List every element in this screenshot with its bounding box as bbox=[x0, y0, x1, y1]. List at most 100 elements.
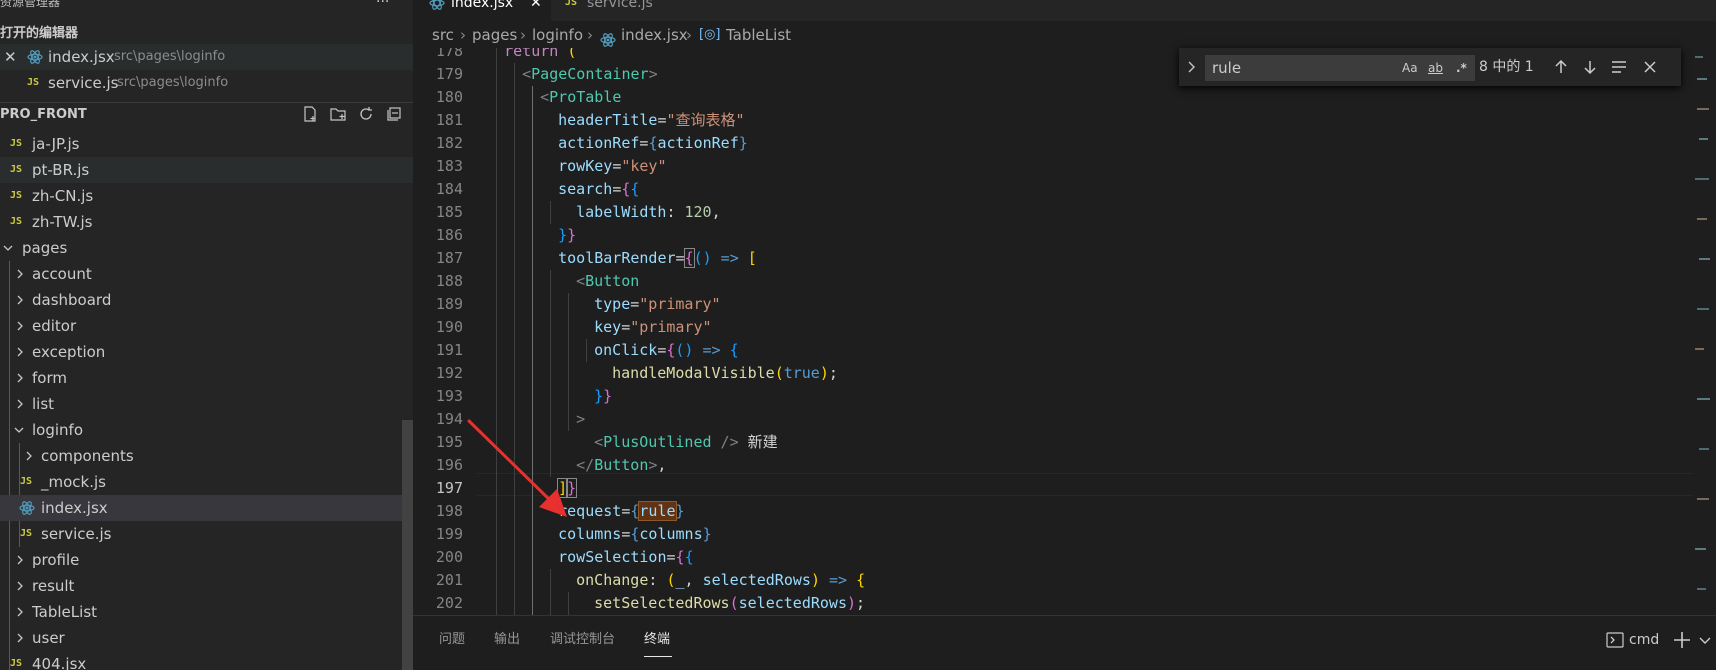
line-number: 192 bbox=[435, 364, 463, 382]
annotation-arrow bbox=[467, 419, 567, 517]
regex-toggle[interactable]: .* bbox=[1456, 60, 1467, 76]
find-input[interactable]: rule Aa ab .* bbox=[1205, 55, 1475, 81]
chevron-down-icon bbox=[3, 243, 13, 253]
tab-service-js[interactable]: JS service.js bbox=[551, 0, 691, 22]
active-tab-indicator bbox=[644, 656, 672, 657]
tree-folder[interactable]: list bbox=[0, 391, 413, 417]
code-line: search={{ bbox=[558, 180, 640, 198]
breadcrumb-item[interactable]: pages bbox=[472, 22, 517, 48]
sidebar-scrollbar[interactable] bbox=[402, 420, 413, 670]
tree-folder[interactable]: editor bbox=[0, 313, 413, 339]
chevron-down-icon[interactable] bbox=[1697, 628, 1713, 652]
tree-file[interactable]: JS service.js bbox=[0, 521, 413, 547]
chevron-right-icon bbox=[15, 607, 25, 617]
tree-folder[interactable]: account bbox=[0, 261, 413, 287]
tree-file[interactable]: JS _mock.js bbox=[0, 469, 413, 495]
panel-tab-output[interactable]: 输出 bbox=[494, 630, 520, 650]
js-file-icon: JS bbox=[10, 190, 23, 201]
minimap[interactable] bbox=[1693, 48, 1716, 615]
minimap-line bbox=[1699, 448, 1709, 450]
more-actions-icon[interactable]: ··· bbox=[376, 0, 389, 13]
tree-file[interactable]: JS zh-TW.js bbox=[0, 209, 413, 235]
js-file-icon: JS bbox=[10, 658, 23, 669]
tree-folder[interactable]: user bbox=[0, 625, 413, 651]
line-number: 201 bbox=[435, 571, 463, 589]
tree-folder[interactable]: form bbox=[0, 365, 413, 391]
open-editor-service-js[interactable]: JS service.js src\pages\loginfo bbox=[0, 70, 413, 96]
js-file-icon: JS bbox=[20, 528, 33, 539]
js-file-icon: JS bbox=[10, 164, 23, 175]
open-editors-header[interactable]: 打开的编辑器 bbox=[0, 22, 413, 46]
minimap-line bbox=[1695, 548, 1706, 550]
chevron-right-icon bbox=[15, 373, 25, 383]
minimap-line bbox=[1697, 398, 1710, 400]
plus-icon[interactable] bbox=[1671, 628, 1693, 652]
line-number: 191 bbox=[435, 341, 463, 359]
new-file-icon[interactable] bbox=[300, 104, 320, 124]
match-case-toggle[interactable]: Aa bbox=[1402, 60, 1418, 76]
chevron-right-icon[interactable] bbox=[1185, 57, 1199, 77]
tree-folder[interactable]: components bbox=[0, 443, 413, 469]
close-icon[interactable]: ✕ bbox=[530, 0, 542, 10]
tree-folder-pages[interactable]: pages bbox=[0, 235, 413, 261]
collapse-all-icon[interactable] bbox=[384, 104, 404, 124]
arrow-up-icon[interactable] bbox=[1552, 58, 1570, 76]
chevron-right-icon: › bbox=[686, 26, 692, 44]
code-line: rowKey="key" bbox=[558, 157, 667, 175]
tree-folder[interactable]: dashboard bbox=[0, 287, 413, 313]
code-line: handleModalVisible(true); bbox=[612, 364, 838, 382]
line-number: 179 bbox=[435, 65, 463, 83]
chevron-down-icon bbox=[14, 425, 24, 435]
tree-folder[interactable]: TableList bbox=[0, 599, 413, 625]
breadcrumb-item[interactable]: index.jsx bbox=[621, 22, 688, 48]
tree-file[interactable]: JS pt-BR.js bbox=[0, 157, 413, 183]
code-line: type="primary" bbox=[594, 295, 721, 313]
minimap-line bbox=[1697, 588, 1706, 590]
tree-folder-loginfo[interactable]: loginfo bbox=[0, 417, 413, 443]
tree-file-selected[interactable]: index.jsx bbox=[0, 495, 413, 521]
code-editor[interactable]: 178 179 180 181 182 183 184 185 186 187 … bbox=[413, 48, 1716, 615]
line-number: 184 bbox=[435, 180, 463, 198]
react-file-icon bbox=[27, 44, 43, 70]
react-file-icon bbox=[19, 495, 35, 521]
arrow-down-icon[interactable] bbox=[1581, 58, 1599, 76]
open-editor-index-jsx[interactable]: ✕ index.jsx src\pages\loginfo bbox=[0, 44, 413, 70]
breadcrumb-item[interactable]: TableList bbox=[726, 22, 791, 48]
tree-file[interactable]: JS 404.jsx bbox=[0, 651, 413, 670]
whole-word-toggle[interactable]: ab bbox=[1428, 60, 1443, 76]
panel-tab-problems[interactable]: 问题 bbox=[439, 630, 465, 650]
line-number: 189 bbox=[435, 295, 463, 313]
new-folder-icon[interactable] bbox=[328, 104, 348, 124]
panel-tab-debug-console[interactable]: 调试控制台 bbox=[550, 630, 615, 650]
tree-file[interactable]: JS ja-JP.js bbox=[0, 131, 413, 157]
minimap-line bbox=[1697, 308, 1709, 310]
project-header[interactable]: PRO_FRONT bbox=[0, 102, 413, 126]
code-line: <PageContainer> bbox=[522, 65, 658, 83]
code-line: toolBarRender={() => [ bbox=[558, 248, 757, 268]
chevron-right-icon bbox=[15, 399, 25, 409]
line-number: 180 bbox=[435, 88, 463, 106]
close-icon[interactable]: ✕ bbox=[4, 44, 17, 70]
line-number: 183 bbox=[435, 157, 463, 175]
refresh-icon[interactable] bbox=[356, 104, 376, 124]
line-number: 200 bbox=[435, 548, 463, 566]
breadcrumb-item[interactable]: loginfo bbox=[532, 22, 583, 48]
tree-folder[interactable]: exception bbox=[0, 339, 413, 365]
terminal-icon bbox=[1605, 628, 1625, 652]
line-number: 202 bbox=[435, 594, 463, 612]
panel-tab-terminal[interactable]: 终端 bbox=[644, 630, 670, 650]
terminal-name[interactable]: cmd bbox=[1629, 628, 1659, 652]
tree-folder[interactable]: result bbox=[0, 573, 413, 599]
tree-folder[interactable]: profile bbox=[0, 547, 413, 573]
find-widget: rule Aa ab .* 8 中的 1 bbox=[1179, 48, 1681, 86]
js-file-icon: JS bbox=[10, 138, 23, 149]
code-line: labelWidth: 120, bbox=[576, 203, 721, 221]
close-icon[interactable] bbox=[1641, 58, 1659, 76]
tab-index-jsx[interactable]: index.jsx ✕ bbox=[413, 0, 551, 22]
code-line: onChange: (_, selectedRows) => { bbox=[576, 571, 866, 589]
code-line: actionRef={actionRef} bbox=[558, 134, 748, 152]
tree-file[interactable]: JS zh-CN.js bbox=[0, 183, 413, 209]
breadcrumb-item[interactable]: src bbox=[432, 22, 454, 48]
find-in-selection-icon[interactable] bbox=[1610, 58, 1628, 76]
js-file-icon: JS bbox=[20, 476, 33, 487]
